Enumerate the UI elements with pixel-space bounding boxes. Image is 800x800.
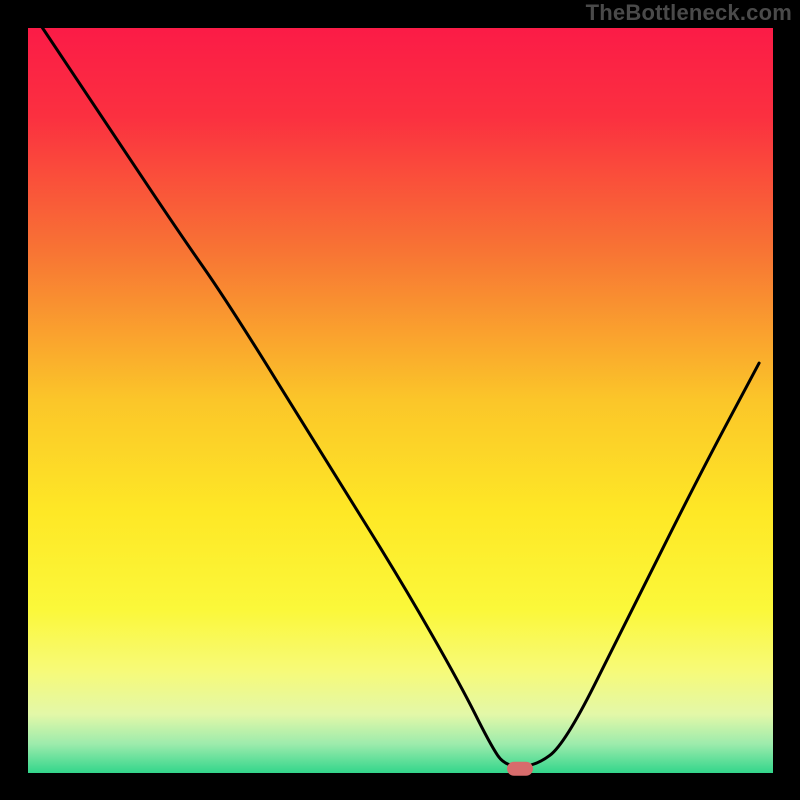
bottleneck-chart: [0, 0, 800, 800]
optimal-marker: [507, 762, 533, 776]
plot-background: [27, 27, 774, 774]
chart-container: TheBottleneck.com: [0, 0, 800, 800]
watermark-text: TheBottleneck.com: [586, 0, 792, 26]
